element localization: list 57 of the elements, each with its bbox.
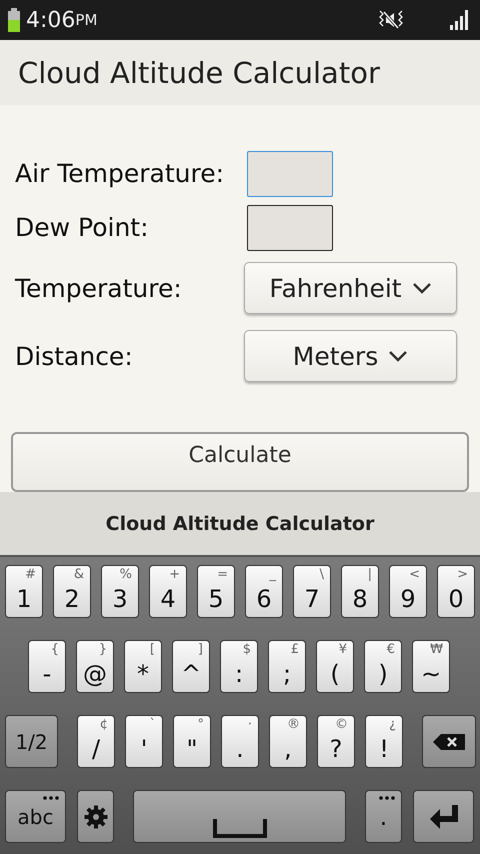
backspace-icon: [433, 734, 465, 750]
field-label: Air Temperature:: [15, 159, 226, 188]
key[interactable]: © ?: [317, 715, 355, 768]
key[interactable]: { -: [28, 640, 66, 693]
signal-icon: [450, 10, 470, 30]
key[interactable]: = 5: [197, 565, 235, 618]
key[interactable]: < 9: [389, 565, 427, 618]
key[interactable]: + 4: [149, 565, 187, 618]
key[interactable]: > 0: [437, 565, 475, 618]
key[interactable]: ® ,: [269, 715, 307, 768]
vibrate-mute-icon: [378, 9, 404, 31]
key[interactable]: \ 7: [293, 565, 331, 618]
input-title: Cloud Altitude Calculator: [106, 512, 374, 534]
field-label: Temperature:: [15, 274, 183, 303]
key[interactable]: ] ^: [172, 640, 210, 693]
enter-icon: [430, 804, 458, 828]
clock-time: 4:06: [26, 8, 76, 32]
key[interactable]: # 1: [5, 565, 43, 618]
key[interactable]: ¥ (: [316, 640, 354, 693]
calculate-button[interactable]: Calculate: [11, 432, 469, 492]
chevron-down-icon: [412, 282, 432, 294]
more-icon: [43, 796, 59, 800]
number-input-field[interactable]: [247, 204, 333, 251]
enter-key[interactable]: [413, 790, 474, 843]
key[interactable]: ¿ !: [365, 715, 403, 768]
unit-dropdown[interactable]: Fahrenheit: [244, 262, 457, 314]
period-key[interactable]: .: [365, 790, 402, 843]
symbol-page-key[interactable]: 1/2: [5, 715, 58, 768]
settings-icon: [84, 804, 108, 828]
field-label: Dew Point:: [15, 213, 150, 242]
app-title: Cloud Altitude Calculator: [18, 56, 380, 90]
space-icon: [212, 819, 266, 839]
key[interactable]: % 3: [101, 565, 139, 618]
key[interactable]: [ *: [124, 640, 162, 693]
key[interactable]: £ ;: [268, 640, 306, 693]
clock-ampm: PM: [75, 11, 98, 29]
chevron-down-icon: [388, 350, 408, 362]
key[interactable]: ` ': [125, 715, 163, 768]
abc-key[interactable]: abc: [5, 790, 66, 843]
key[interactable]: & 2: [53, 565, 91, 618]
number-input-field[interactable]: [247, 150, 333, 197]
more-icon: [379, 796, 395, 800]
unit-dropdown[interactable]: Meters: [244, 330, 457, 382]
space-key[interactable]: [133, 790, 346, 843]
key[interactable]: } @: [76, 640, 114, 693]
key[interactable]: ° ": [173, 715, 211, 768]
key[interactable]: _ 6: [245, 565, 283, 618]
key[interactable]: ₩ ~: [412, 640, 450, 693]
key[interactable]: ¢ /: [77, 715, 115, 768]
key[interactable]: · .: [221, 715, 259, 768]
backspace-key[interactable]: [422, 715, 476, 768]
key[interactable]: € ): [364, 640, 402, 693]
field-label: Distance:: [15, 342, 134, 371]
key[interactable]: | 8: [341, 565, 379, 618]
settings-key[interactable]: [77, 790, 114, 843]
key[interactable]: $ :: [220, 640, 258, 693]
battery-icon: [8, 8, 20, 32]
